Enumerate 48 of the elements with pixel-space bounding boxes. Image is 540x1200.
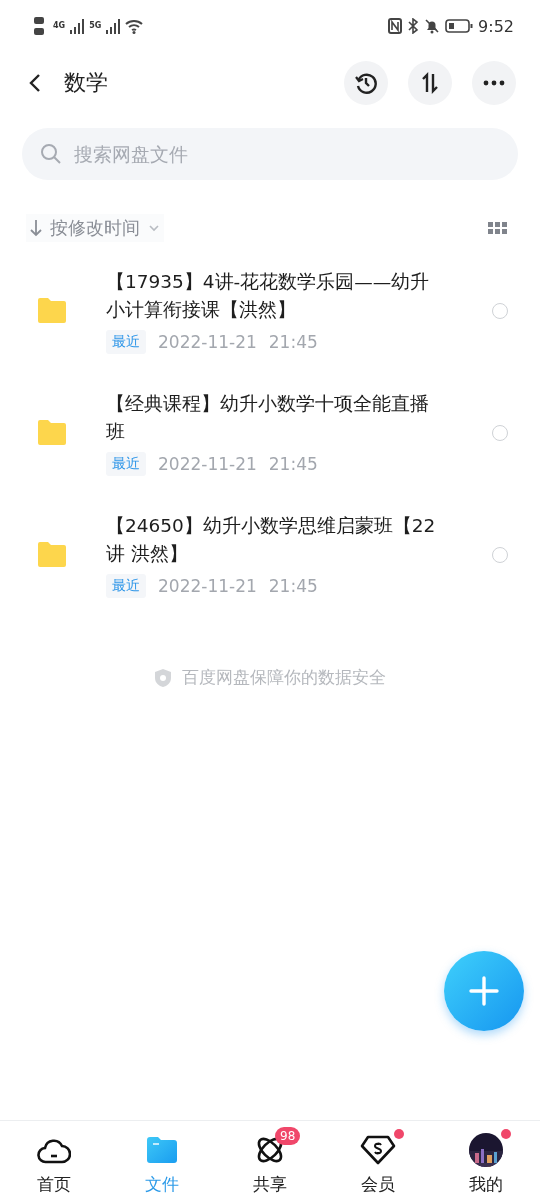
history-button[interactable] [344,61,388,105]
nfc-icon [388,18,403,34]
modified-time: 21:45 [268,576,318,596]
network-label: 5G [89,22,102,30]
more-button[interactable] [472,61,516,105]
grid-view-icon[interactable] [488,222,508,234]
folder-icon [147,1137,177,1163]
modified-date: 2022-11-21 [158,576,257,596]
bell-off-icon [424,18,441,34]
chevron-down-icon [148,224,160,232]
folder-name[interactable]: 【经典课程】幼升小数学十项全能直播班 [106,390,446,446]
recent-tag: 最近 [106,574,146,598]
folder-icon [36,541,68,569]
count-badge: 98 [275,1127,301,1145]
sort-button[interactable] [408,61,452,105]
security-note: 百度网盘保障你的数据安全 [182,666,386,689]
nav-tab[interactable]: 98 共享 [216,1121,324,1200]
plus-icon [469,976,499,1006]
modified-date: 2022-11-21 [158,332,257,352]
add-button[interactable] [444,951,524,1031]
search-field[interactable]: 搜索网盘文件 [22,128,518,180]
cloud-icon [37,1136,71,1164]
nav-tab[interactable]: 会员 [324,1121,432,1200]
wifi-icon [125,18,144,34]
shield-icon [154,667,172,688]
folder-icon [36,297,68,325]
modified-time: 21:45 [268,454,318,474]
folder-icon [36,419,68,447]
diamond-icon [360,1135,396,1165]
modified-date: 2022-11-21 [158,454,257,474]
page-title: 数学 [64,69,109,97]
clock-time: 9:52 [478,16,514,36]
folder-name[interactable]: 【17935】4讲-花花数学乐园——幼升小计算衔接课【洪然】 [106,268,446,324]
battery-icon [445,19,474,33]
recent-tag: 最近 [106,330,146,354]
signal-icon [106,18,121,34]
more-icon [483,80,505,86]
modified-time: 21:45 [268,332,318,352]
history-icon [354,71,378,95]
signal-icon [70,18,85,34]
nav-tab[interactable]: 我的 [432,1121,540,1200]
arrow-down-icon [30,219,42,237]
network-label: 4G [53,22,66,30]
nav-tab[interactable]: 首页 [0,1121,108,1200]
recent-tag: 最近 [106,452,146,476]
back-icon [29,73,41,93]
folder-name[interactable]: 【24650】幼升小数学思维启蒙班【22讲 洪然】 [106,512,446,568]
bluetooth-icon [407,18,420,34]
